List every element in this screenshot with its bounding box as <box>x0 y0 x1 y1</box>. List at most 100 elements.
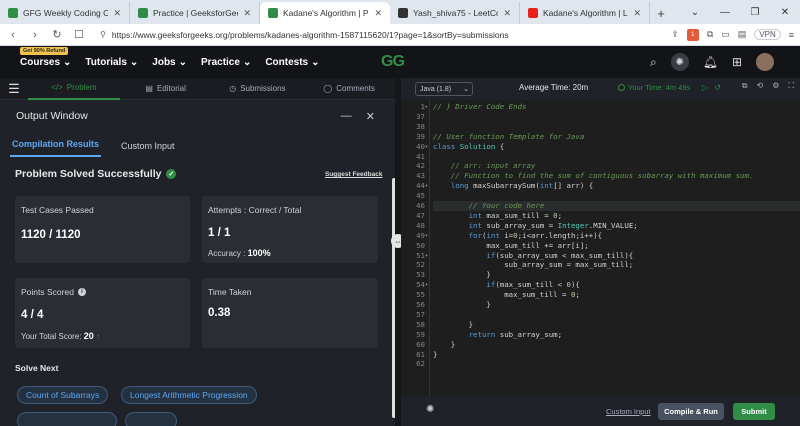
chevron-down-icon[interactable]: ⌄ <box>680 0 710 24</box>
code-line[interactable]: // Your code here <box>433 201 800 211</box>
code-editor[interactable]: 1 ▸ 37 38 39 40 ▾ 41 42 43 44 ▾ 45 46 47 48 49 ▾ 50 51 ▾ 52 53… <box>401 100 800 396</box>
nav-item[interactable]: Jobs ⌄ <box>152 57 187 68</box>
site-info-icon[interactable]: ⚲ <box>100 30 106 39</box>
code-line[interactable]: if(max_sum_till < 0){ <box>433 280 579 290</box>
line-number: 40 <box>416 141 425 151</box>
theme-icon[interactable]: ✺ <box>426 404 438 416</box>
gutter-divider <box>429 100 430 396</box>
tab-custom-input[interactable]: Custom Input <box>119 141 177 157</box>
extensions-icon[interactable]: ⧉ <box>707 29 713 40</box>
line-number: 39 <box>416 131 425 141</box>
vpn-button[interactable]: VPN <box>754 29 781 40</box>
fold-chevron-icon[interactable]: ▾ <box>425 231 431 241</box>
tab-compilation-results[interactable]: Compilation Results <box>10 139 102 157</box>
extension-badge-icon[interactable]: 1 <box>686 28 699 41</box>
browser-tab[interactable]: Kadane's Algorithm | Practice ✕ <box>260 2 390 24</box>
tab-editorial[interactable]: ▤ Editorial <box>120 78 212 100</box>
restore-icon[interactable]: ❐ <box>740 0 770 24</box>
browser-tab[interactable]: GFG Weekly Coding Contest ✕ <box>0 2 130 24</box>
reload-icon[interactable]: ↻ <box>50 28 64 41</box>
time-taken-value: 0.38 <box>208 307 231 319</box>
fullscreen-icon[interactable]: ⛶ <box>788 81 794 91</box>
solve-next-chip[interactable]: Count of Subarrays <box>17 386 109 404</box>
tab-comments[interactable]: ◯ Comments <box>303 78 395 100</box>
code-line[interactable]: // arr: input array <box>433 161 536 171</box>
code-line[interactable]: sub_array_sum = max_sum_till; <box>433 260 633 270</box>
solve-next-chip-partial[interactable] <box>17 412 117 426</box>
submit-button[interactable]: Submit <box>733 403 775 420</box>
share-icon[interactable]: ⇪ <box>671 29 679 40</box>
code-line[interactable]: long maxSubarraySum(int[] arr) { <box>433 181 593 191</box>
custom-input-link[interactable]: Custom Input <box>606 407 651 416</box>
forward-icon[interactable]: › <box>28 29 42 41</box>
search-icon[interactable]: ⌕ <box>650 55 657 70</box>
close-tab-icon[interactable]: ✕ <box>503 8 511 19</box>
reset-icon[interactable]: ↺ <box>714 83 721 92</box>
nav-item[interactable]: Practice ⌄ <box>201 57 251 68</box>
code-line[interactable]: } <box>433 320 473 330</box>
close-window-icon[interactable]: ✕ <box>770 0 800 24</box>
avatar[interactable] <box>756 53 774 71</box>
menu-icon[interactable]: ≡ <box>789 30 794 40</box>
info-icon[interactable]: i <box>77 288 86 296</box>
minimize-icon[interactable]: — <box>710 0 740 24</box>
fold-chevron-icon[interactable]: ▾ <box>425 142 431 152</box>
settings-icon[interactable]: ⚙ <box>772 81 779 91</box>
code-line[interactable]: for(int i=0;i<arr.length;i++){ <box>433 231 603 241</box>
compile-run-button[interactable]: Compile & Run <box>658 403 724 420</box>
close-tab-icon[interactable]: ✕ <box>113 8 121 19</box>
browser-tab[interactable]: Kadane's Algorithm | Largest Su ✕ <box>520 2 650 24</box>
url-field[interactable]: ⚲ https://www.geeksforgeeks.org/problems… <box>94 27 663 43</box>
code-line[interactable]: // } Driver Code Ends <box>433 102 526 112</box>
browser-tab[interactable]: Yash_shiva75 - LeetCode Profile ✕ <box>390 2 520 24</box>
nav-item[interactable]: Courses ⌄ <box>20 57 71 68</box>
code-line[interactable]: if(sub_array_sum < max_sum_till){ <box>433 251 633 261</box>
tab-submissions[interactable]: ◷ Submissions <box>212 78 304 100</box>
fold-chevron-icon[interactable]: ▾ <box>425 181 431 191</box>
close-tab-icon[interactable]: ✕ <box>374 8 382 19</box>
code-line[interactable]: } <box>433 270 490 280</box>
fold-chevron-icon[interactable]: ▾ <box>425 251 431 261</box>
close-tab-icon[interactable]: ✕ <box>633 8 641 19</box>
nav-item[interactable]: Tutorials ⌄ <box>85 57 138 68</box>
theme-toggle-icon[interactable]: ✺ <box>670 53 689 71</box>
code-line[interactable]: } <box>433 340 455 350</box>
play-icon[interactable]: ▷ <box>702 83 708 92</box>
minimize-panel-icon[interactable]: — <box>341 110 352 123</box>
translate-icon[interactable]: ⊞ <box>732 55 742 69</box>
notification-bell-icon[interactable]: 🔔︎ <box>703 55 718 69</box>
close-tab-icon[interactable]: ✕ <box>243 8 251 19</box>
solve-next-chip[interactable]: Longest Arithmetic Progression <box>121 386 257 404</box>
code-line[interactable]: int max_sum_till = 0; <box>433 211 562 221</box>
browser-tab-title: Practice | GeeksforGeeks | A com <box>153 8 238 18</box>
code-line[interactable]: // User function Template for Java <box>433 132 584 142</box>
sidebar-icon[interactable]: ▭ <box>721 29 730 40</box>
points-card: Points Scored i 4 / 4 Your Total Score: 2… <box>15 278 190 348</box>
copy-icon[interactable]: ⧉ <box>742 81 748 91</box>
back-icon[interactable]: ‹ <box>6 29 20 41</box>
tab-problem[interactable]: </> Problem <box>28 78 120 100</box>
bookmark-icon[interactable]: ☐ <box>72 28 86 41</box>
code-line[interactable]: // Function to find the sum of contiguou… <box>433 171 754 181</box>
hamburger-menu-icon[interactable]: ☰ <box>0 81 28 97</box>
fold-chevron-icon[interactable]: ▸ <box>425 102 431 112</box>
new-tab-button[interactable]: + <box>650 2 672 24</box>
code-line[interactable]: return sub_array_sum; <box>433 330 562 340</box>
gfg-favicon-icon <box>268 8 278 18</box>
browser-tab[interactable]: Practice | GeeksforGeeks | A com ✕ <box>130 2 260 24</box>
gfg-logo[interactable]: GG <box>381 53 405 71</box>
language-select[interactable]: Java (1.8) ⌄ <box>415 82 473 96</box>
code-line[interactable]: max_sum_till = 0; <box>433 290 580 300</box>
suggest-feedback-link[interactable]: Suggest Feedback <box>325 171 382 178</box>
nav-item[interactable]: Contests ⌄ <box>265 57 319 68</box>
code-line[interactable]: int sub_array_sum = Integer.MIN_VALUE; <box>433 221 638 231</box>
close-panel-icon[interactable]: ✕ <box>366 110 375 123</box>
reset-code-icon[interactable]: ⟲ <box>757 81 764 91</box>
code-line[interactable]: max_sum_till += arr[i]; <box>433 241 588 251</box>
fold-chevron-icon[interactable]: ▾ <box>425 280 431 290</box>
code-line[interactable]: } <box>433 350 437 360</box>
wallet-icon[interactable]: ▤ <box>738 29 747 40</box>
code-line[interactable]: class Solution { <box>433 142 504 152</box>
code-line[interactable]: } <box>433 300 490 310</box>
solve-next-chip-partial[interactable] <box>125 412 177 426</box>
